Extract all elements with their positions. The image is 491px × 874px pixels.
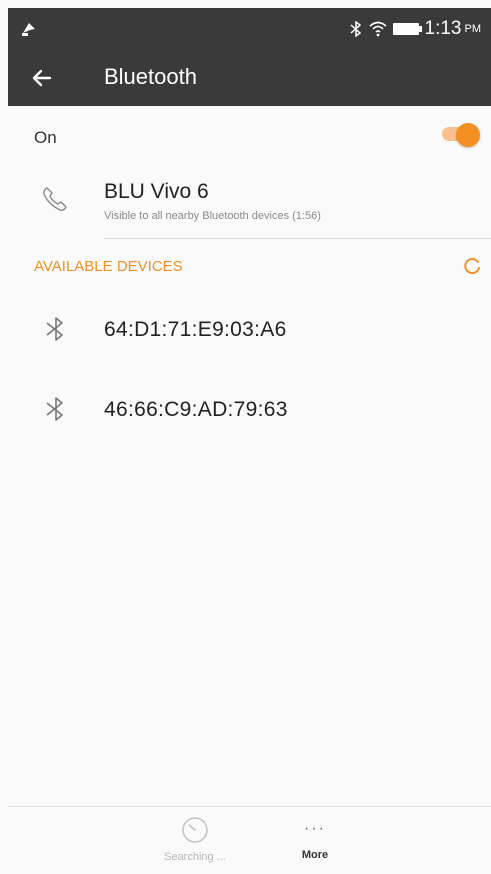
wifi-icon [368, 21, 387, 37]
more-label: More [301, 849, 329, 861]
bluetooth-settings: On BLU Vivo 6 Visible to all nearby Blue… [8, 106, 491, 806]
more-button[interactable]: ··· More [270, 815, 360, 871]
bluetooth-toggle-row[interactable]: On [8, 106, 491, 162]
device-address: 46:66:C9:AD:79:63 [104, 398, 288, 421]
device-name: BLU Vivo 6 [104, 180, 209, 203]
bluetooth-icon [46, 397, 63, 421]
toggle-knob [456, 123, 480, 147]
divider [104, 238, 491, 239]
bluetooth-icon [46, 317, 63, 341]
visibility-text: Visible to all nearby Bluetooth devices … [104, 210, 321, 222]
app-bar: Bluetooth [8, 50, 491, 106]
status-bar: 1:13 PM [8, 8, 491, 50]
loading-spinner-icon [464, 258, 480, 275]
toggle-label: On [34, 128, 57, 147]
searching-button[interactable]: Searching ... [150, 815, 240, 871]
status-ampm: PM [464, 23, 482, 35]
list-item[interactable]: 64:D1:71:E9:03:A6 [8, 302, 491, 358]
status-time: 1:13 [424, 18, 462, 39]
bluetooth-status-icon [350, 21, 361, 37]
page-title: Bluetooth [104, 64, 197, 89]
available-devices-header: AVAILABLE DEVICES [34, 258, 183, 275]
this-device[interactable]: BLU Vivo 6 Visible to all nearby Bluetoo… [8, 172, 491, 238]
phone-icon [43, 187, 67, 211]
status-right: 1:13 PM [349, 18, 481, 40]
list-item[interactable]: 46:66:C9:AD:79:63 [8, 382, 491, 438]
search-gauge-icon [182, 817, 208, 843]
notification-icon [22, 23, 35, 36]
searching-label: Searching ... [164, 851, 226, 863]
bluetooth-toggle[interactable] [442, 123, 482, 147]
device-address: 64:D1:71:E9:03:A6 [104, 318, 287, 341]
back-arrow-icon[interactable] [28, 64, 56, 92]
more-dots-icon: ··· [304, 820, 326, 837]
bottom-bar: Searching ... ··· More [8, 806, 491, 874]
battery-icon [392, 23, 422, 35]
